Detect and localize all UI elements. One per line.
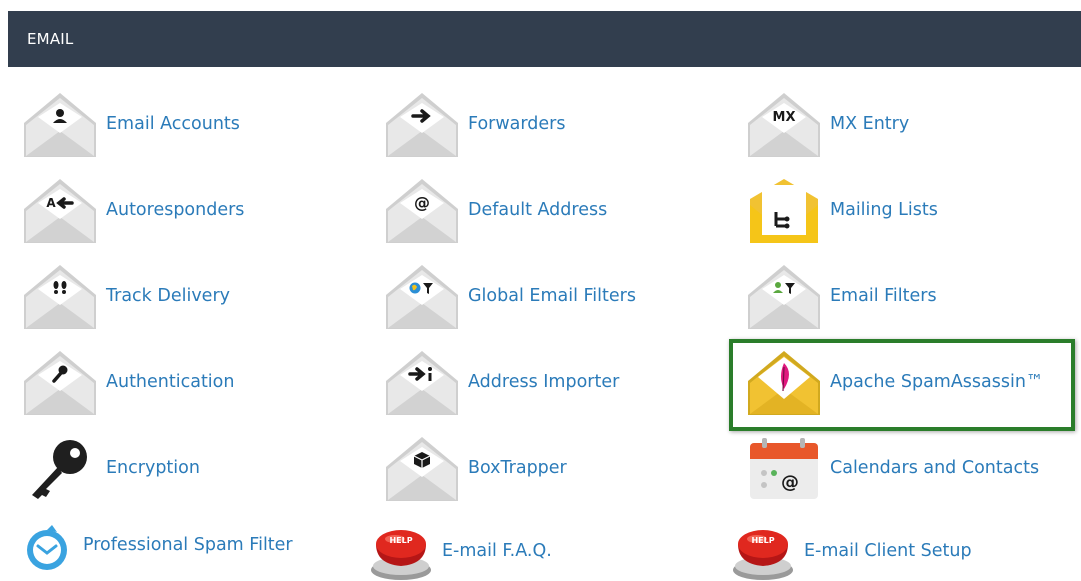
global-email-filters-label[interactable]: Global Email Filters bbox=[468, 286, 636, 306]
calendars-contacts-icon: @ bbox=[748, 433, 820, 503]
encryption-key-icon bbox=[24, 433, 96, 503]
help-badge-text: HELP bbox=[389, 536, 412, 545]
forwarders-icon bbox=[386, 89, 458, 159]
email-faq-label[interactable]: E-mail F.A.Q. bbox=[442, 541, 552, 561]
mx-entry-item[interactable]: MX MX Entry bbox=[748, 89, 909, 159]
help-badge-text: HELP bbox=[751, 536, 774, 545]
autoresponders-label[interactable]: Autoresponders bbox=[106, 200, 244, 220]
email-client-setup-item[interactable]: HELP E-mail Client Setup bbox=[730, 520, 972, 581]
svg-text:@: @ bbox=[414, 193, 430, 212]
encryption-item[interactable]: Encryption bbox=[24, 433, 200, 503]
autoresponders-icon: A bbox=[24, 175, 96, 245]
forwarders-item[interactable]: Forwarders bbox=[386, 89, 565, 159]
track-delivery-label[interactable]: Track Delivery bbox=[106, 286, 230, 306]
mx-entry-label[interactable]: MX Entry bbox=[830, 114, 909, 134]
email-filters-icon bbox=[748, 261, 820, 331]
track-delivery-icon bbox=[24, 261, 96, 331]
mailing-lists-label[interactable]: Mailing Lists bbox=[830, 200, 938, 220]
default-address-item[interactable]: @ Default Address bbox=[386, 175, 607, 245]
mailing-lists-icon bbox=[748, 175, 820, 245]
email-filters-label[interactable]: Email Filters bbox=[830, 286, 937, 306]
help-button-icon: HELP bbox=[368, 520, 434, 581]
track-delivery-item[interactable]: Track Delivery bbox=[24, 261, 230, 331]
calendars-contacts-item[interactable]: @ Calendars and Contacts bbox=[748, 433, 1039, 503]
global-email-filters-item[interactable]: Global Email Filters bbox=[386, 261, 636, 331]
email-client-setup-label[interactable]: E-mail Client Setup bbox=[804, 541, 972, 561]
mailing-lists-item[interactable]: Mailing Lists bbox=[748, 175, 938, 245]
autoresponder-badge-text: A bbox=[46, 196, 56, 210]
address-importer-item[interactable]: Address Importer bbox=[386, 347, 619, 417]
professional-spam-filter-icon bbox=[22, 514, 72, 580]
default-address-label[interactable]: Default Address bbox=[468, 200, 607, 220]
authentication-icon bbox=[24, 347, 96, 417]
authentication-label[interactable]: Authentication bbox=[106, 372, 234, 392]
help-button-icon: HELP bbox=[730, 520, 796, 581]
email-accounts-item[interactable]: Email Accounts bbox=[24, 89, 240, 159]
boxtrapper-item[interactable]: BoxTrapper bbox=[386, 433, 567, 503]
professional-spam-filter-item[interactable]: Professional Spam Filter bbox=[22, 514, 293, 580]
mx-badge-text: MX bbox=[773, 110, 796, 125]
calendars-contacts-label[interactable]: Calendars and Contacts bbox=[830, 458, 1039, 478]
highlight-box bbox=[729, 339, 1075, 431]
global-email-filters-icon bbox=[386, 261, 458, 331]
section-header-email: EMAIL bbox=[8, 11, 1081, 67]
email-accounts-label[interactable]: Email Accounts bbox=[106, 114, 240, 134]
address-importer-label[interactable]: Address Importer bbox=[468, 372, 619, 392]
forwarders-label[interactable]: Forwarders bbox=[468, 114, 565, 134]
default-address-icon: @ bbox=[386, 175, 458, 245]
autoresponders-item[interactable]: A Autoresponders bbox=[24, 175, 244, 245]
authentication-item[interactable]: Authentication bbox=[24, 347, 234, 417]
boxtrapper-icon bbox=[386, 433, 458, 503]
svg-text:@: @ bbox=[781, 472, 799, 493]
boxtrapper-label[interactable]: BoxTrapper bbox=[468, 458, 567, 478]
email-faq-item[interactable]: HELP E-mail F.A.Q. bbox=[368, 520, 552, 581]
address-importer-icon bbox=[386, 347, 458, 417]
email-filters-item[interactable]: Email Filters bbox=[748, 261, 937, 331]
professional-spam-filter-label[interactable]: Professional Spam Filter bbox=[83, 535, 293, 555]
encryption-label[interactable]: Encryption bbox=[106, 458, 200, 478]
mx-entry-icon: MX bbox=[748, 89, 820, 159]
email-accounts-icon bbox=[24, 89, 96, 159]
